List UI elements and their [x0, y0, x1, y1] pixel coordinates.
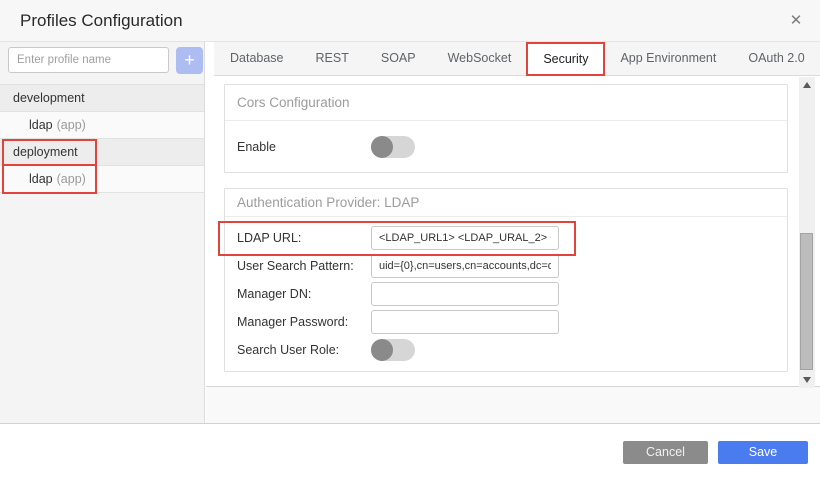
- tab-oauth[interactable]: OAuth 2.0: [732, 42, 820, 75]
- ldap-provider-card: Authentication Provider: LDAP LDAP URL: …: [224, 188, 788, 372]
- profiles-configuration-dialog: Profiles Configuration ✕ + development l…: [0, 0, 820, 480]
- scroll-up-icon: [803, 82, 811, 88]
- user-search-pattern-row: User Search Pattern:: [237, 253, 775, 279]
- cors-enable-row: Enable: [237, 130, 775, 163]
- profile-list: development ldap (app) deployment ldap (ap…: [0, 84, 204, 193]
- page-title: Profiles Configuration: [20, 0, 183, 41]
- ldap-url-input[interactable]: [371, 226, 559, 250]
- close-icon[interactable]: ✕: [780, 0, 812, 41]
- tab-security[interactable]: Security: [527, 42, 604, 75]
- tab-security-label: Security: [543, 52, 588, 66]
- profiles-sidebar: + development ldap (app) deployment ldap (…: [0, 42, 205, 423]
- toggle-knob: [371, 339, 393, 361]
- ldap-section-title: Authentication Provider: LDAP: [225, 189, 787, 217]
- ldap-body: LDAP URL: User Search Pattern: Manager D…: [225, 217, 787, 373]
- save-button[interactable]: Save: [718, 441, 808, 464]
- footer-divider: [0, 423, 820, 424]
- manager-dn-input[interactable]: [371, 282, 559, 306]
- sidebar-item-deployment[interactable]: deployment: [0, 139, 204, 166]
- sidebar-item-ldap-deployment[interactable]: ldap (app): [0, 166, 204, 193]
- cors-enable-toggle[interactable]: [371, 136, 415, 158]
- toggle-knob: [371, 136, 393, 158]
- add-profile-button[interactable]: +: [176, 47, 203, 74]
- tab-rest[interactable]: REST: [300, 42, 365, 75]
- sidebar-item-development[interactable]: development: [0, 85, 204, 112]
- cors-configuration-card: Cors Configuration Enable: [224, 84, 788, 173]
- app-label: ldap: [29, 118, 53, 132]
- cors-section-title: Cors Configuration: [225, 85, 787, 121]
- user-search-pattern-label: User Search Pattern:: [237, 259, 371, 273]
- ldap-url-label: LDAP URL:: [237, 231, 371, 245]
- content-footer-strip: [206, 386, 820, 423]
- settings-tabbar: Database REST SOAP WebSocket Security Ap…: [214, 42, 820, 76]
- manager-password-row: Manager Password:: [237, 309, 775, 335]
- dialog-titlebar: Profiles Configuration ✕: [0, 0, 820, 42]
- profile-label: development: [13, 91, 85, 105]
- content-scrollbar[interactable]: [799, 77, 815, 388]
- app-label: ldap: [29, 172, 53, 186]
- tab-soap[interactable]: SOAP: [365, 42, 432, 75]
- manager-dn-label: Manager DN:: [237, 287, 371, 301]
- profile-name-input[interactable]: [8, 47, 169, 73]
- cancel-button[interactable]: Cancel: [623, 441, 708, 464]
- tab-app-environment[interactable]: App Environment: [604, 42, 732, 75]
- sidebar-item-ldap-development[interactable]: ldap (app): [0, 112, 204, 139]
- scrollbar-thumb[interactable]: [800, 233, 813, 370]
- security-tab-content: Cors Configuration Enable Authentication…: [206, 76, 799, 386]
- manager-password-input[interactable]: [371, 310, 559, 334]
- user-search-pattern-input[interactable]: [371, 254, 559, 278]
- search-user-role-label: Search User Role:: [237, 343, 371, 357]
- manager-password-label: Manager Password:: [237, 315, 371, 329]
- tab-websocket[interactable]: WebSocket: [432, 42, 528, 75]
- enable-label: Enable: [237, 140, 371, 154]
- tab-database[interactable]: Database: [214, 42, 300, 75]
- scroll-down-button[interactable]: [799, 374, 815, 386]
- cors-body: Enable: [225, 121, 787, 172]
- search-user-role-toggle[interactable]: [371, 339, 415, 361]
- ldap-url-row: LDAP URL:: [237, 225, 775, 251]
- app-suffix: (app): [57, 172, 86, 186]
- profile-label: deployment: [13, 145, 78, 159]
- scroll-down-icon: [803, 377, 811, 383]
- manager-dn-row: Manager DN:: [237, 281, 775, 307]
- app-suffix: (app): [57, 118, 86, 132]
- search-user-role-row: Search User Role:: [237, 337, 775, 363]
- scroll-up-button[interactable]: [799, 79, 815, 91]
